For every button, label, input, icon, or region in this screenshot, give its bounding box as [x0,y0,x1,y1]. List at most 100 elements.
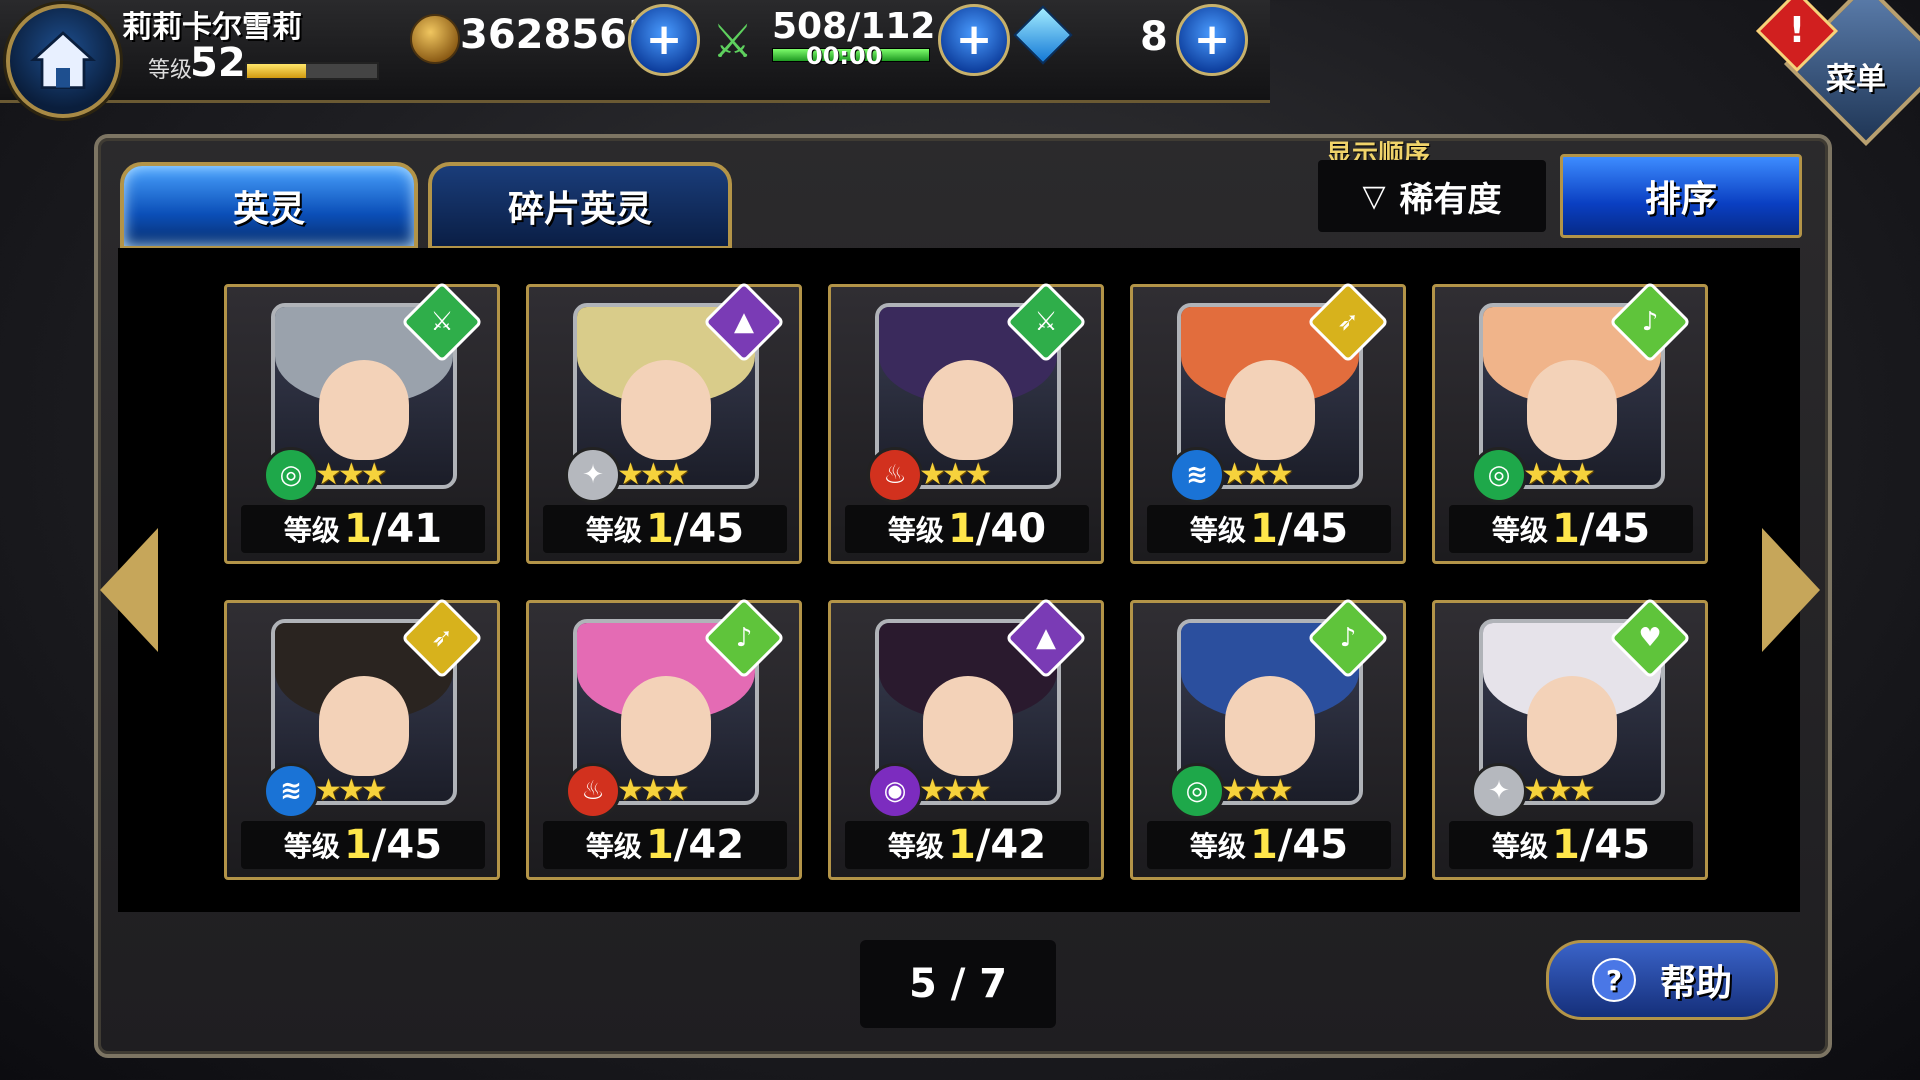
crystal-amount: 8 [1140,14,1168,60]
hero-level-current: 1 [947,822,976,868]
hero-face [1225,360,1315,461]
sort-button[interactable]: 排序 [1560,154,1802,238]
hero-face [621,676,711,777]
tab-hero-fragments[interactable]: 碎片英灵 [428,162,732,250]
light-element-icon: ✦ [1471,763,1527,819]
hero-level: 等级 1/45 [1449,821,1693,869]
hero-level-max: /45 [1579,822,1651,868]
hero-card[interactable]: ▲ ◉ ★★★ 等级 1/42 [828,596,1104,880]
previous-page-arrow-icon[interactable] [100,528,158,652]
add-crystal-button[interactable]: + [1176,4,1248,76]
question-icon: ? [1591,958,1636,1002]
hero-face [319,360,409,461]
rarity-stars: ★★★ [919,773,992,808]
rarity-stars: ★★★ [315,457,388,492]
hero-level-label: 等级 [1491,514,1548,547]
stamina-timer: 00:00 [806,42,883,70]
hero-card[interactable]: ♥ ✦ ★★★ 等级 1/45 [1432,596,1708,880]
hero-level-label: 等级 [283,830,340,863]
hero-level-current: 1 [343,506,372,552]
rarity-stars: ★★★ [617,457,690,492]
hero-level: 等级 1/45 [543,505,787,553]
tab-heroes[interactable]: 英灵 [120,162,418,250]
help-button[interactable]: ? 帮助 [1546,940,1778,1020]
water-element-icon: ≋ [263,763,319,819]
add-stamina-button[interactable]: + [938,4,1010,76]
help-label: 帮助 [1659,963,1732,1004]
hero-level: 等级 1/45 [1147,505,1391,553]
hero-level-current: 1 [1249,822,1278,868]
dark-element-icon: ◉ [867,763,923,819]
next-page-arrow-icon[interactable] [1762,528,1820,652]
water-element-icon: ≋ [1169,447,1225,503]
hero-level-max: /40 [975,506,1047,552]
plus-icon: + [955,14,993,65]
hero-level-label: 等级 [1491,830,1548,863]
plus-icon: + [645,14,683,65]
hero-level-label: 等级 [283,514,340,547]
exp-bar [245,62,379,80]
page-indicator: 5 / 7 [860,940,1056,1028]
hero-level: 等级 1/45 [241,821,485,869]
light-element-icon: ✦ [565,447,621,503]
hero-level-current: 1 [947,506,976,552]
chevron-down-icon: ▽ [1362,178,1386,214]
hero-card[interactable]: ▲ ✦ ★★★ 等级 1/45 [526,280,802,564]
player-level: 52 [190,40,246,86]
hero-level-current: 1 [1551,822,1580,868]
hero-level-current: 1 [645,822,674,868]
hero-level: 等级 1/41 [241,505,485,553]
fire-element-icon: ♨ [565,763,621,819]
rarity-stars: ★★★ [1523,457,1596,492]
fire-element-icon: ♨ [867,447,923,503]
hero-face [319,676,409,777]
rarity-stars: ★★★ [315,773,388,808]
hero-face [1527,676,1617,777]
hero-card[interactable]: ➶ ≋ ★★★ 等级 1/45 [1130,280,1406,564]
sort-order-select[interactable]: ▽ 稀有度 [1318,160,1546,232]
hero-face [923,676,1013,777]
hero-level-label: 等级 [1189,830,1246,863]
hero-level: 等级 1/42 [845,821,1089,869]
hero-card[interactable]: ♪ ♨ ★★★ 等级 1/42 [526,596,802,880]
home-button[interactable] [6,4,120,118]
hero-card[interactable]: ⚔ ♨ ★★★ 等级 1/40 [828,280,1104,564]
hero-level-max: /45 [1579,506,1651,552]
hero-level-current: 1 [343,822,372,868]
add-gold-button[interactable]: + [628,4,700,76]
hero-face [621,360,711,461]
hero-level-max: /45 [1277,822,1349,868]
hero-level-label: 等级 [887,830,944,863]
menu-label: 菜单 [1826,62,1886,97]
exclamation-icon: ! [1788,10,1806,51]
hero-card[interactable]: ⚔ ◎ ★★★ 等级 1/41 [224,280,500,564]
hero-card[interactable]: ♪ ◎ ★★★ 等级 1/45 [1432,280,1708,564]
player-level-label: 等级 [148,58,193,83]
hero-level-max: /42 [975,822,1047,868]
hero-level-max: /42 [673,822,745,868]
hero-level-current: 1 [1249,506,1278,552]
hero-level-max: /45 [1277,506,1349,552]
hero-card[interactable]: ➶ ≋ ★★★ 等级 1/45 [224,596,500,880]
hero-level: 等级 1/40 [845,505,1089,553]
rarity-stars: ★★★ [1523,773,1596,808]
stamina-amount: 508/112 [772,6,936,47]
rarity-stars: ★★★ [1221,457,1294,492]
hero-card[interactable]: ♪ ◎ ★★★ 等级 1/45 [1130,596,1406,880]
hero-face [1527,360,1617,461]
wind-element-icon: ◎ [1471,447,1527,503]
hero-level: 等级 1/45 [1449,505,1693,553]
hero-level: 等级 1/45 [1147,821,1391,869]
hero-level-label: 等级 [1189,514,1246,547]
crossed-swords-icon: ⚔ [712,14,754,68]
wind-element-icon: ◎ [263,447,319,503]
hero-level-max: /45 [371,822,443,868]
rarity-stars: ★★★ [919,457,992,492]
plus-icon: + [1193,14,1231,65]
hero-level-current: 1 [645,506,674,552]
hero-face [1225,676,1315,777]
hero-level-max: /41 [371,506,443,552]
hero-level-label: 等级 [585,514,642,547]
hero-face [923,360,1013,461]
gold-coin-icon [410,14,460,64]
